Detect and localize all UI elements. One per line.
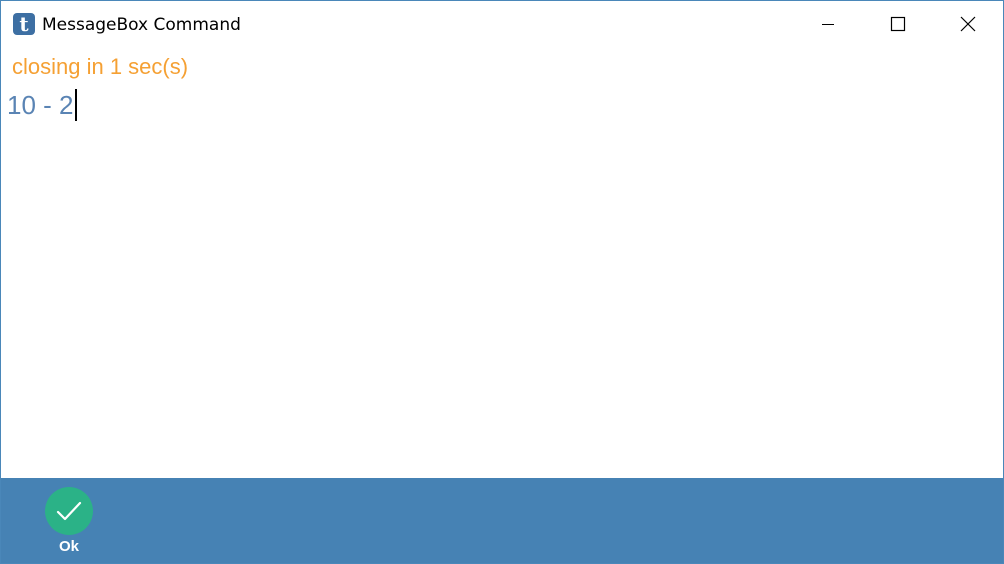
minimize-button[interactable] xyxy=(793,1,863,47)
window-title: MessageBox Command xyxy=(42,15,241,35)
maximize-button[interactable] xyxy=(863,1,933,47)
minimize-icon xyxy=(822,24,834,25)
messagebox-window: t MessageBox Command closing in 1 sec(s)… xyxy=(0,0,1004,564)
app-logo-icon: t xyxy=(13,13,35,35)
countdown-status: closing in 1 sec(s) xyxy=(12,54,189,79)
checkmark-icon xyxy=(56,501,82,521)
maximize-icon xyxy=(890,16,906,32)
expression-input[interactable]: 10 - 2 xyxy=(7,87,987,123)
ok-button-circle xyxy=(45,487,93,535)
expression-text: 10 - 2 xyxy=(7,90,74,120)
close-button[interactable] xyxy=(933,1,1003,47)
title-bar[interactable]: t MessageBox Command xyxy=(1,1,1003,47)
button-bar: Ok xyxy=(1,478,1003,563)
close-icon xyxy=(960,16,976,32)
text-caret xyxy=(74,89,77,121)
ok-button[interactable]: Ok xyxy=(43,487,95,555)
ok-button-label: Ok xyxy=(58,538,79,555)
